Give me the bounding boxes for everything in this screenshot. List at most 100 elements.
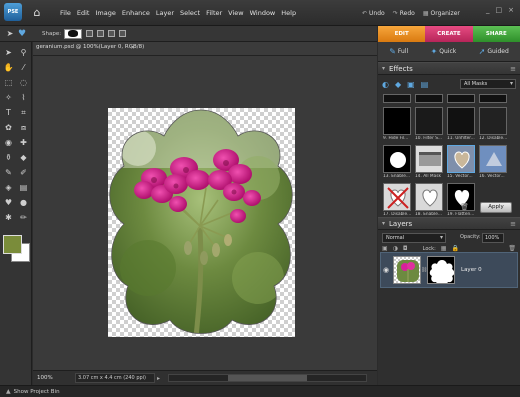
horizontal-scrollbar[interactable] bbox=[168, 374, 367, 382]
add-selection-mode-icon[interactable] bbox=[97, 30, 105, 37]
effect-thumb[interactable]: 9. Hide Fil... bbox=[383, 107, 411, 141]
custom-shape-tool-icon[interactable]: ♥ bbox=[16, 28, 28, 40]
adjustment-layer-icon[interactable]: ◑ bbox=[393, 245, 398, 252]
hand-tool-icon[interactable]: ✋ bbox=[2, 61, 15, 75]
subtab-quick[interactable]: ✦ Quick bbox=[431, 47, 457, 56]
menu-enhance[interactable]: Enhance bbox=[122, 9, 150, 17]
collapse-triangle-icon[interactable]: ▾ bbox=[382, 65, 385, 72]
layer-mask-icon[interactable]: ◘ bbox=[403, 245, 408, 252]
menu-file[interactable]: File bbox=[60, 9, 71, 17]
magic-wand-tool-icon[interactable]: ✧ bbox=[2, 91, 15, 105]
new-layer-icon[interactable]: ▣ bbox=[382, 245, 388, 252]
effects-filter-dropdown[interactable]: All Masks bbox=[460, 79, 516, 89]
delete-layer-icon[interactable]: 🗑 bbox=[508, 245, 516, 252]
sponge-tool-icon[interactable]: ✱ bbox=[2, 211, 15, 225]
layers-panel-header[interactable]: ▾ Layers ≡ bbox=[378, 217, 520, 230]
layer-mask-thumbnail[interactable] bbox=[427, 256, 455, 284]
effect-thumb[interactable]: 10. Filter S... bbox=[415, 107, 443, 141]
effect-thumb[interactable]: 14. All Mask bbox=[415, 145, 443, 179]
clone-stamp-tool-icon[interactable]: ⚱ bbox=[2, 151, 15, 165]
apply-button[interactable]: Apply bbox=[480, 202, 512, 213]
expand-triangle-icon[interactable]: ▲ bbox=[6, 388, 11, 395]
lock-transparency-icon[interactable]: ▦ bbox=[441, 245, 447, 252]
intersect-selection-mode-icon[interactable] bbox=[119, 30, 127, 37]
organizer-button[interactable]: ▦ Organizer bbox=[423, 10, 460, 17]
tab-share[interactable]: SHARE bbox=[472, 26, 520, 42]
collapse-triangle-icon[interactable]: ▾ bbox=[382, 220, 385, 227]
effect-thumb[interactable] bbox=[447, 94, 475, 103]
quick-selection-tool-icon[interactable]: ⌇ bbox=[17, 91, 30, 105]
zoom-tool-icon[interactable]: ⚲ bbox=[17, 46, 30, 60]
lock-all-icon[interactable]: 🔒 bbox=[451, 245, 458, 252]
new-selection-mode-icon[interactable] bbox=[86, 30, 94, 37]
trash-icon[interactable]: 🗑 bbox=[460, 203, 469, 211]
image-canvas[interactable] bbox=[108, 108, 295, 337]
gradient-tool-icon[interactable]: ▤ bbox=[17, 181, 30, 195]
shape-picker[interactable] bbox=[64, 28, 83, 39]
cookie-cutter-tool-icon[interactable]: ✿ bbox=[2, 121, 15, 135]
menu-filter[interactable]: Filter bbox=[206, 9, 222, 17]
menu-select[interactable]: Select bbox=[180, 9, 200, 17]
info-menu-arrow-icon[interactable]: ▸ bbox=[157, 375, 160, 382]
effect-thumb[interactable] bbox=[415, 94, 443, 103]
tab-create[interactable]: CREATE bbox=[425, 26, 473, 42]
type-tool-icon[interactable]: T bbox=[2, 106, 15, 120]
opacity-field[interactable]: 100% bbox=[482, 233, 504, 243]
move-tool-icon[interactable]: ➤ bbox=[2, 46, 15, 60]
effect-thumb[interactable] bbox=[479, 94, 507, 103]
effect-thumb[interactable]: 15. Vector... bbox=[447, 145, 475, 179]
undo-button[interactable]: ↶ Undo bbox=[362, 10, 385, 17]
photo-effects-category-icon[interactable]: ▣ bbox=[407, 80, 415, 89]
straighten-tool-icon[interactable]: ⧈ bbox=[17, 121, 30, 135]
pencil-tool-icon[interactable]: ✏ bbox=[17, 211, 30, 225]
visibility-eye-icon[interactable]: ◉ bbox=[381, 266, 391, 274]
subtract-selection-mode-icon[interactable] bbox=[108, 30, 116, 37]
maximize-button[interactable]: □ bbox=[496, 6, 503, 14]
masks-category-icon[interactable]: ▤ bbox=[421, 80, 429, 89]
layer-styles-category-icon[interactable]: ◆ bbox=[395, 80, 401, 89]
zoom-level[interactable]: 100% bbox=[37, 375, 67, 381]
menu-view[interactable]: View bbox=[228, 9, 243, 17]
lasso-tool-icon[interactable]: ◌ bbox=[17, 76, 30, 90]
layer-row[interactable]: ◉ ⛓ Layer 0 bbox=[380, 252, 518, 288]
home-icon[interactable]: ⌂ bbox=[30, 6, 44, 20]
smart-brush-tool-icon[interactable]: ✐ bbox=[17, 166, 30, 180]
subtab-guided[interactable]: ➚ Guided bbox=[479, 47, 509, 56]
subtab-full[interactable]: ✎ Full bbox=[389, 47, 408, 56]
effect-thumb[interactable]: 11. Unfilter... bbox=[447, 107, 475, 141]
effect-thumb[interactable]: 16. Vector... bbox=[479, 145, 507, 179]
effect-thumb[interactable]: 13. Enable... bbox=[383, 145, 411, 179]
effect-thumb[interactable] bbox=[383, 94, 411, 103]
minimize-button[interactable]: _ bbox=[486, 6, 490, 14]
shape-tool-icon[interactable]: ♥ bbox=[2, 196, 15, 210]
effects-panel-header[interactable]: ▾ Effects ≡ bbox=[378, 62, 520, 75]
tab-edit[interactable]: EDIT bbox=[378, 26, 426, 42]
panel-menu-icon[interactable]: ≡ bbox=[510, 65, 516, 73]
blend-mode-dropdown[interactable]: Normal bbox=[382, 233, 446, 243]
paint-bucket-tool-icon[interactable]: ◈ bbox=[2, 181, 15, 195]
menu-window[interactable]: Window bbox=[250, 9, 276, 17]
scrollbar-thumb[interactable] bbox=[228, 375, 307, 381]
effect-thumb[interactable]: 12. Disable... bbox=[479, 107, 507, 141]
brush-tool-icon[interactable]: ✎ bbox=[2, 166, 15, 180]
red-eye-tool-icon[interactable]: ◉ bbox=[2, 136, 15, 150]
menu-layer[interactable]: Layer bbox=[156, 9, 174, 17]
close-document-icon[interactable]: × bbox=[130, 44, 135, 51]
canvas-area[interactable] bbox=[33, 56, 377, 370]
layer-name[interactable]: Layer 0 bbox=[461, 267, 482, 273]
document-tab[interactable]: geranium.psd @ 100%(Layer 0, RGB/8) bbox=[36, 44, 144, 50]
foreground-color-swatch[interactable] bbox=[3, 235, 22, 254]
close-button[interactable]: × bbox=[508, 6, 514, 14]
menu-help[interactable]: Help bbox=[281, 9, 296, 17]
spot-healing-tool-icon[interactable]: ✚ bbox=[17, 136, 30, 150]
crop-tool-icon[interactable]: ⌗ bbox=[17, 106, 30, 120]
marquee-tool-icon[interactable]: ⬚ bbox=[2, 76, 15, 90]
panel-menu-icon[interactable]: ≡ bbox=[510, 220, 516, 228]
filters-category-icon[interactable]: ◐ bbox=[382, 80, 389, 89]
blur-tool-icon[interactable]: ● bbox=[17, 196, 30, 210]
redo-button[interactable]: ↷ Redo bbox=[393, 10, 415, 17]
eraser-tool-icon[interactable]: ◆ bbox=[17, 151, 30, 165]
menu-edit[interactable]: Edit bbox=[77, 9, 90, 17]
move-tool-icon[interactable]: ➤ bbox=[4, 28, 16, 40]
eyedropper-tool-icon[interactable]: ⁄ bbox=[17, 61, 30, 75]
